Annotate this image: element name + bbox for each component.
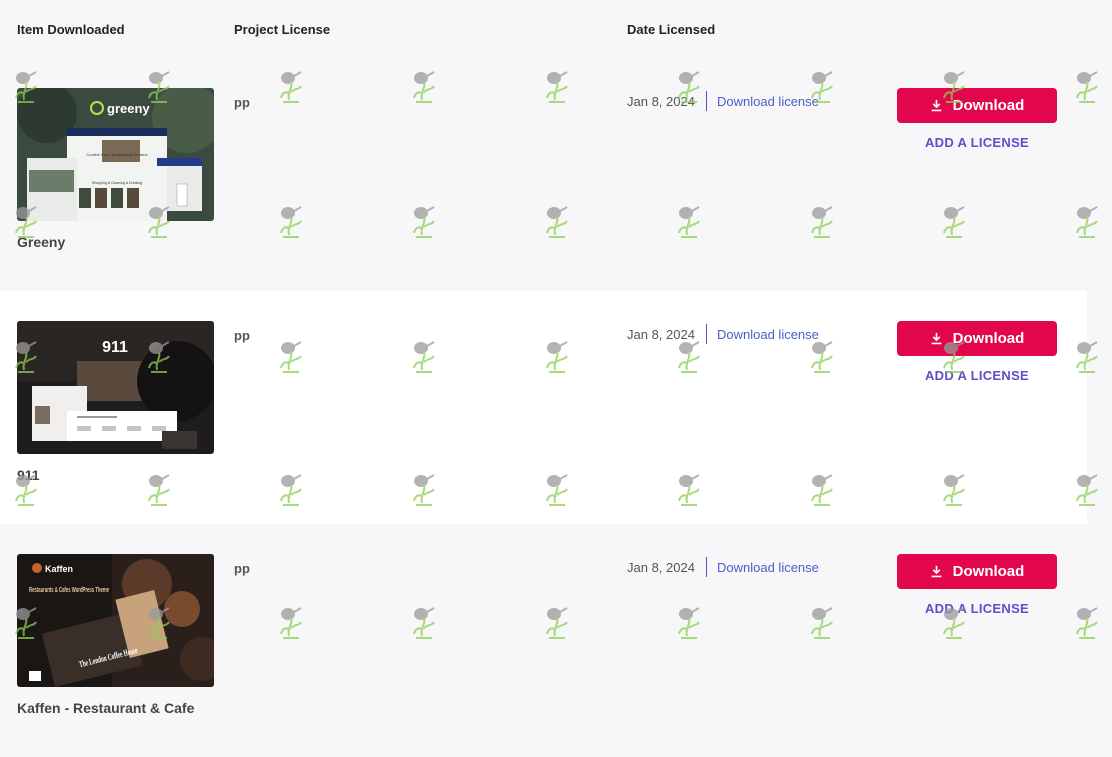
column-header-item: Item Downloaded: [17, 22, 125, 37]
download-button[interactable]: Download: [897, 554, 1057, 589]
divider: [706, 557, 707, 577]
date-licensed: Jan 8, 2024: [627, 94, 695, 109]
column-header-date: Date Licensed: [627, 22, 716, 37]
divider: [706, 91, 707, 111]
item-thumbnail[interactable]: Kaffen Restaurants & Cafes WordPress The…: [17, 554, 214, 687]
thumb-logo-text: greeny: [107, 101, 150, 116]
table-row: 911 911 pp Jan 8, 2024 Download license …: [0, 291, 1087, 524]
project-license: pp: [234, 561, 250, 576]
table-row: Kaffen Restaurants & Cafes WordPress The…: [0, 524, 1087, 757]
download-icon: [931, 565, 942, 578]
project-license: pp: [234, 328, 250, 343]
date-licensed: Jan 8, 2024: [627, 327, 695, 342]
download-license-link[interactable]: Download license: [717, 94, 819, 109]
download-button[interactable]: Download: [897, 88, 1057, 123]
item-name[interactable]: Greeny: [17, 234, 65, 250]
download-icon: [931, 332, 942, 345]
project-license: pp: [234, 95, 250, 110]
download-icon: [931, 99, 942, 112]
download-button-label: Download: [952, 330, 1025, 347]
download-button-label: Download: [952, 563, 1025, 580]
download-license-link[interactable]: Download license: [717, 560, 819, 575]
add-license-link[interactable]: ADD A LICENSE: [897, 601, 1057, 616]
add-license-link[interactable]: ADD A LICENSE: [897, 368, 1057, 383]
column-header-project: Project License: [234, 22, 331, 37]
thumb-logo-text: Kaffen: [45, 564, 73, 574]
item-thumbnail[interactable]: greeny Control Your Landscaping Dreams S…: [17, 88, 214, 221]
item-name[interactable]: Kaffen - Restaurant & Cafe: [17, 700, 194, 716]
thumb-headline: Restaurants & Cafes WordPress Theme: [29, 587, 109, 594]
thumb-headline: Control Your Landscaping Dreams: [87, 152, 148, 157]
table-header: Item Downloaded Project License Date Lic…: [0, 0, 1112, 60]
download-button-label: Download: [952, 97, 1025, 114]
divider: [706, 324, 707, 344]
add-license-link[interactable]: ADD A LICENSE: [897, 135, 1057, 150]
download-license-link[interactable]: Download license: [717, 327, 819, 342]
download-button[interactable]: Download: [897, 321, 1057, 356]
thumb-logo-text: 911: [102, 339, 128, 356]
item-thumbnail[interactable]: 911: [17, 321, 214, 454]
date-licensed: Jan 8, 2024: [627, 560, 695, 575]
thumb-subhead: Shopping & Cleaning & Drinking: [92, 181, 142, 185]
table-row: greeny Control Your Landscaping Dreams S…: [0, 58, 1087, 291]
item-name[interactable]: 911: [17, 467, 40, 483]
